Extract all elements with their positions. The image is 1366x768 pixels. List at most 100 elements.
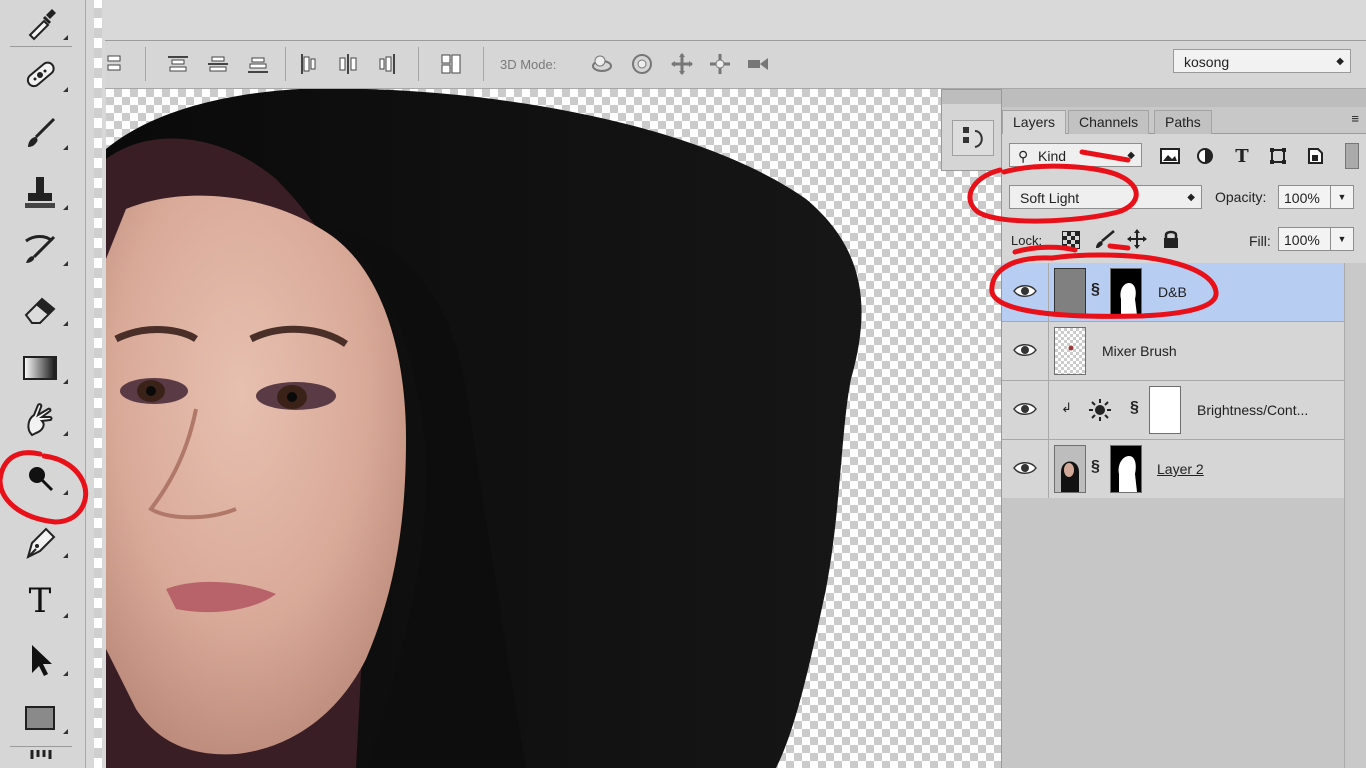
- align-left-edges-button[interactable]: [105, 51, 131, 77]
- lock-position-button[interactable]: [1127, 229, 1147, 252]
- hand-tool[interactable]: [8, 750, 72, 768]
- rectangle-tool[interactable]: [8, 694, 72, 740]
- layer-name[interactable]: Layer 2: [1157, 461, 1204, 477]
- layer-row-db[interactable]: § D&B: [1002, 263, 1344, 322]
- layer-row-layer-2[interactable]: § Layer 2: [1002, 440, 1344, 499]
- search-icon: ⚲: [1018, 148, 1029, 164]
- eye-icon[interactable]: [1012, 460, 1038, 476]
- scale-3d-button[interactable]: [745, 51, 771, 77]
- align-top-edges-icon: [168, 56, 188, 72]
- rotate-3d-icon: [592, 55, 612, 72]
- layer-name[interactable]: D&B: [1158, 284, 1187, 300]
- auto-align-icon: [441, 54, 461, 74]
- chevron-updown-icon: ◆: [1336, 56, 1344, 67]
- lock-pixels-button[interactable]: [1094, 229, 1116, 252]
- layer-mask-thumbnail[interactable]: [1110, 268, 1142, 316]
- history-panel-collapsed: [941, 89, 1003, 171]
- path-selection-tool[interactable]: [8, 636, 72, 682]
- panel-menu-icon[interactable]: ≡: [1351, 111, 1359, 126]
- filter-toggle-switch[interactable]: [1345, 143, 1359, 169]
- workspace-value: kosong: [1184, 54, 1230, 70]
- rotate-3d-button[interactable]: [589, 51, 615, 77]
- history-brush-tool[interactable]: [8, 226, 72, 272]
- slide-3d-button[interactable]: [707, 51, 733, 77]
- healing-brush-icon: [26, 61, 55, 88]
- layer-mask-thumbnail[interactable]: [1149, 386, 1181, 434]
- align-top-button[interactable]: [165, 51, 191, 77]
- filter-kind-select[interactable]: ⚲ Kind ◆: [1009, 143, 1142, 167]
- burn-tool[interactable]: [8, 455, 72, 501]
- drag-3d-icon: [671, 53, 693, 75]
- layer-name[interactable]: Brightness/Cont...: [1197, 402, 1308, 418]
- document-canvas[interactable]: [106, 89, 1001, 768]
- distribute-horizontal-icon: [339, 54, 357, 74]
- tab-paths[interactable]: Paths: [1154, 110, 1212, 134]
- adjustment-icon: [1197, 148, 1213, 164]
- align-vcenter-button[interactable]: [205, 51, 231, 77]
- gradient-tool[interactable]: [8, 344, 72, 390]
- chevron-down-icon[interactable]: ▼: [1330, 186, 1353, 208]
- workspace-select[interactable]: kosong ◆: [1173, 49, 1351, 73]
- opacity-input[interactable]: 100% ▼: [1278, 185, 1354, 209]
- eraser-tool[interactable]: [8, 286, 72, 332]
- filter-pixel-button[interactable]: [1159, 145, 1181, 167]
- align-bottom-button[interactable]: [245, 51, 271, 77]
- smudge-icon: [27, 403, 53, 437]
- slide-3d-icon: [710, 54, 730, 74]
- lock-all-button[interactable]: [1162, 229, 1180, 252]
- distribute-hcenter-button[interactable]: [335, 51, 361, 77]
- tab-layers[interactable]: Layers: [1002, 110, 1067, 134]
- smudge-tool[interactable]: [8, 396, 72, 442]
- align-bottom-edges-icon: [248, 57, 268, 73]
- filter-smart-object-button[interactable]: [1304, 145, 1326, 167]
- blend-mode-select[interactable]: Soft Light ◆: [1009, 185, 1202, 209]
- eyedropper-icon: [28, 9, 56, 41]
- distribute-right-button[interactable]: [375, 51, 401, 77]
- filter-adjustment-button[interactable]: [1194, 145, 1216, 167]
- link-icon[interactable]: §: [1091, 281, 1100, 299]
- brush-icon: [28, 117, 56, 147]
- pen-icon: [26, 527, 56, 559]
- type-tool[interactable]: T: [8, 578, 72, 624]
- brush-tool[interactable]: [8, 110, 72, 156]
- layer-row-mixer-brush[interactable]: Mixer Brush: [1002, 322, 1344, 381]
- layer-row-brightness-contrast[interactable]: ↲ § Brightness/Cont...: [1002, 381, 1344, 440]
- healing-brush-tool[interactable]: [8, 52, 72, 98]
- shape-icon: [1270, 148, 1286, 164]
- fill-input[interactable]: 100% ▼: [1278, 227, 1354, 251]
- filter-shape-button[interactable]: [1267, 145, 1289, 167]
- type-icon: T: [28, 581, 52, 621]
- layer-thumbnail[interactable]: [1054, 268, 1086, 316]
- filter-type-button[interactable]: T: [1231, 145, 1253, 167]
- distribute-left-button[interactable]: [295, 51, 321, 77]
- brightness-icon: [1089, 399, 1111, 421]
- layer-thumbnail[interactable]: [1054, 445, 1086, 493]
- eye-icon[interactable]: [1012, 342, 1038, 358]
- 3d-mode-label: 3D Mode:: [500, 57, 557, 72]
- drag-3d-button[interactable]: [669, 51, 695, 77]
- clone-stamp-tool[interactable]: [8, 170, 72, 216]
- auto-align-button[interactable]: [438, 51, 464, 77]
- eye-icon[interactable]: [1012, 401, 1038, 417]
- clone-stamp-icon: [25, 177, 55, 208]
- history-button[interactable]: [952, 120, 994, 156]
- fill-value: 100%: [1284, 232, 1320, 248]
- filter-value: Kind: [1038, 148, 1067, 164]
- layer-mask-thumbnail[interactable]: [1110, 445, 1142, 493]
- tab-channels[interactable]: Channels: [1068, 110, 1150, 134]
- fill-label: Fill:: [1249, 233, 1271, 249]
- eyedropper-tool[interactable]: [8, 0, 72, 46]
- roll-3d-button[interactable]: [629, 51, 655, 77]
- link-icon[interactable]: §: [1130, 399, 1139, 417]
- lock-transparent-button[interactable]: [1062, 231, 1080, 249]
- layers-scrollbar[interactable]: [1344, 263, 1366, 768]
- layers-panel: Layers Channels Paths ≡ ⚲ Kind ◆ T Soft …: [1001, 89, 1366, 768]
- layer-name[interactable]: Mixer Brush: [1102, 343, 1177, 359]
- scale-3d-icon: [748, 58, 768, 70]
- chevron-down-icon[interactable]: ▼: [1330, 228, 1353, 250]
- link-icon[interactable]: §: [1091, 458, 1100, 476]
- eye-icon[interactable]: [1012, 283, 1038, 299]
- align-left-edges-icon: [107, 55, 121, 71]
- pen-tool[interactable]: [8, 518, 72, 564]
- layer-thumbnail[interactable]: [1054, 327, 1086, 375]
